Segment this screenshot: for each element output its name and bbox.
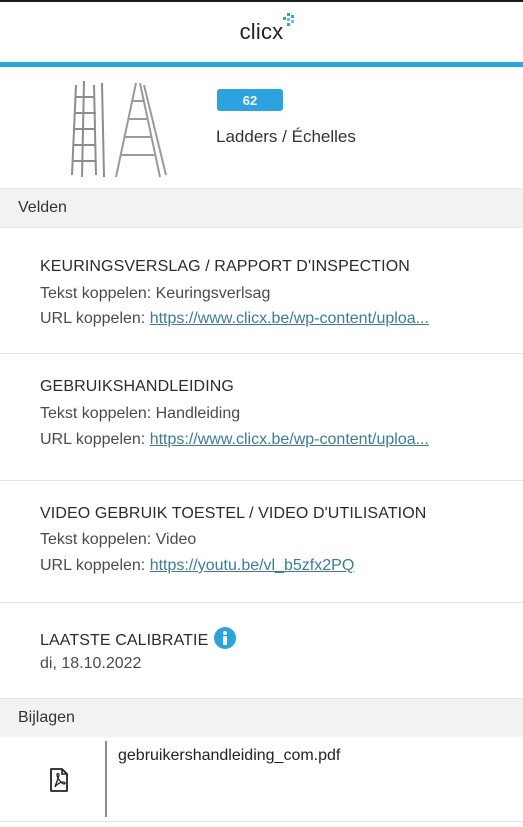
calibration-field: LAATSTE CALIBRATIE di, 18.10.2022 (0, 603, 523, 698)
ladder-image (71, 80, 167, 178)
field-url-label: URL koppelen: (40, 310, 150, 327)
app-header: clicx (0, 2, 523, 62)
field-url-label: URL koppelen: (40, 557, 150, 574)
field-text-value: Video (155, 531, 197, 548)
logo-sparkle-icon (283, 13, 295, 26)
asset-summary: 62 Ladders / Échelles (0, 67, 523, 187)
calibration-date: di, 18.10.2022 (40, 655, 142, 672)
section-header-label: Velden (18, 199, 67, 216)
section-header-attachments: Bijlagen (0, 698, 523, 738)
logo-text: clicx (239, 19, 284, 44)
section-header-label: Bijlagen (18, 709, 75, 726)
attachment-filename[interactable]: gebruikershandleiding_com.pdf (118, 747, 340, 765)
field-item: VIDEO GEBRUIK TOESTEL / VIDEO D'UTILISAT… (0, 481, 523, 603)
field-text-line: Tekst koppelen: Handleiding (40, 405, 518, 423)
field-item: KEURINGSVERSLAG / RAPPORT D'INSPECTION T… (0, 228, 523, 354)
field-text-line: Tekst koppelen: Keuringsverlsag (40, 285, 518, 303)
field-url-line: URL koppelen: https://www.clicx.be/wp-co… (40, 310, 518, 328)
calibration-title: LAATSTE CALIBRATIE (40, 632, 209, 649)
field-title: VIDEO GEBRUIK TOESTEL / VIDEO D'UTILISAT… (40, 505, 427, 522)
field-title: GEBRUIKSHANDLEIDING (40, 378, 234, 395)
pdf-icon (50, 768, 68, 792)
field-url-label: URL koppelen: (40, 431, 150, 448)
field-text-label: Tekst koppelen: (40, 285, 156, 302)
field-url-line: URL koppelen: https://www.clicx.be/wp-co… (40, 431, 518, 449)
field-text-line: Tekst koppelen: Video (40, 531, 518, 549)
info-icon[interactable] (214, 627, 237, 649)
field-text-label: Tekst koppelen: (40, 405, 156, 422)
asset-name: Ladders / Échelles (216, 127, 356, 146)
field-url-line: URL koppelen: https://youtu.be/vl_b5zfx2… (40, 557, 518, 575)
field-url-link[interactable]: https://www.clicx.be/wp-content/uploa... (150, 431, 429, 448)
field-url-link[interactable]: https://youtu.be/vl_b5zfx2PQ (150, 557, 355, 574)
clicx-logo: clicx (239, 13, 295, 45)
attachment-divider (105, 741, 107, 817)
field-url-link[interactable]: https://www.clicx.be/wp-content/uploa... (150, 310, 429, 327)
field-item: GEBRUIKSHANDLEIDING Tekst koppelen: Hand… (0, 354, 523, 481)
asset-count-badge: 62 (217, 89, 283, 111)
field-text-label: Tekst koppelen: (40, 531, 156, 548)
field-text-value: Handleiding (155, 405, 241, 422)
field-text-value: Keuringsverlsag (155, 285, 271, 302)
attachment-item[interactable]: gebruikershandleiding_com.pdf (0, 737, 523, 822)
field-title: KEURINGSVERSLAG / RAPPORT D'INSPECTION (40, 258, 410, 275)
section-header-fields: Velden (0, 188, 523, 228)
calibration-title-row: LAATSTE CALIBRATIE (40, 627, 237, 650)
